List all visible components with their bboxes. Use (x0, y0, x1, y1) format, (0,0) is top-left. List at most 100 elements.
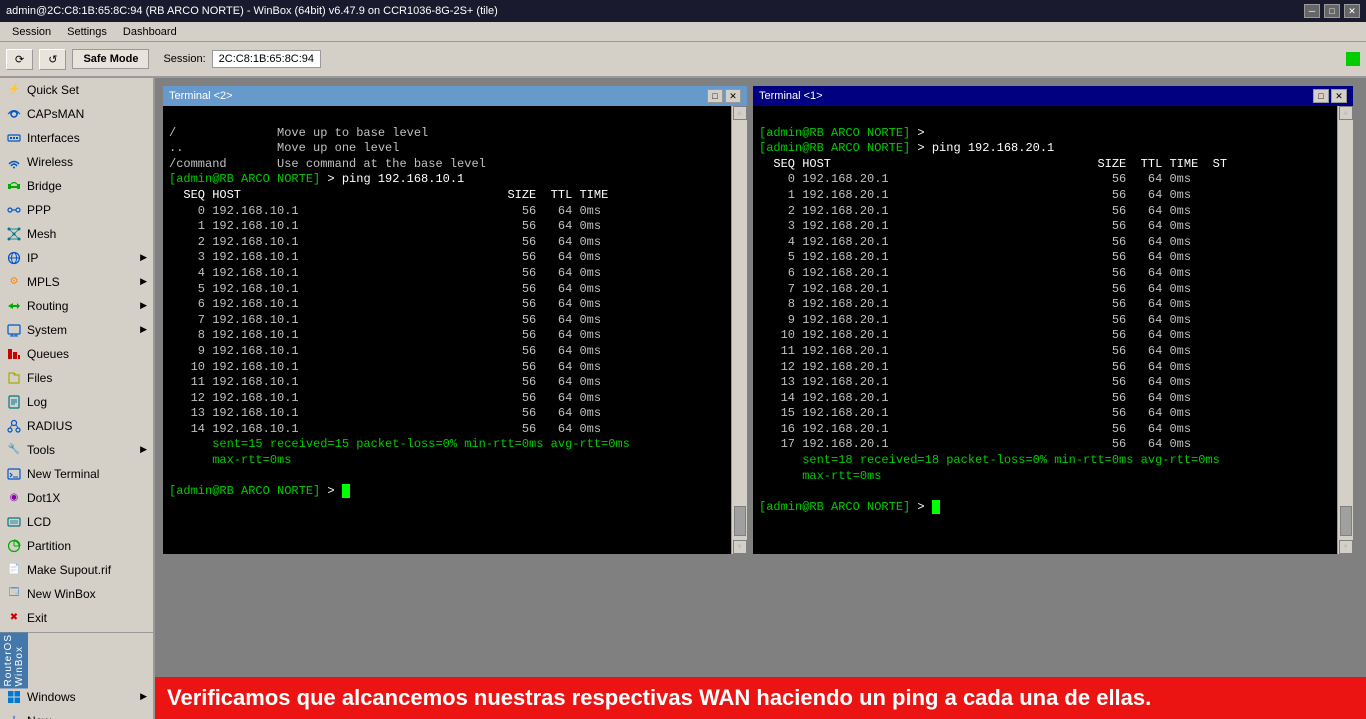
sidebar-item-exit[interactable]: ✖ Exit (0, 606, 153, 630)
sidebar-label-new: New (27, 714, 51, 719)
sidebar-item-dot1x[interactable]: ◉ Dot1X (0, 486, 153, 510)
capsman-icon (6, 106, 22, 122)
terminal-1-cursor (932, 500, 940, 514)
terminal-1-titlebar[interactable]: Terminal <1> □ ✕ (753, 86, 1353, 106)
sidebar-label-lcd: LCD (27, 515, 51, 529)
sidebar-label-make-supout: Make Supout.rif (27, 563, 111, 577)
new-terminal-icon (6, 466, 22, 482)
session-label: Session: (163, 53, 205, 65)
refresh-button[interactable]: ⟳ (6, 49, 33, 70)
connection-indicator (1346, 52, 1360, 66)
terminal-1-restore[interactable]: □ (1313, 89, 1329, 103)
sidebar-item-mpls[interactable]: ⚙ MPLS (0, 270, 153, 294)
terminal-2-body: / Move up to base level .. Move up one l… (163, 106, 731, 554)
terminal-2-titlebar[interactable]: Terminal <2> □ ✕ (163, 86, 747, 106)
scroll-thumb[interactable] (734, 506, 746, 536)
mesh-icon (6, 226, 22, 242)
wireless-icon (6, 154, 22, 170)
window-controls: ─ □ ✕ (1304, 4, 1360, 18)
sidebar-item-wireless[interactable]: Wireless (0, 150, 153, 174)
menu-dashboard[interactable]: Dashboard (115, 24, 185, 40)
close-button[interactable]: ✕ (1344, 4, 1360, 18)
sidebar-item-lcd[interactable]: LCD (0, 510, 153, 534)
sidebar-item-ip[interactable]: IP (0, 246, 153, 270)
sidebar-item-routing[interactable]: Routing (0, 294, 153, 318)
lcd-icon (6, 514, 22, 530)
scroll-up-btn-2[interactable]: ▲ (1339, 106, 1353, 120)
sidebar-item-system[interactable]: System (0, 318, 153, 342)
sidebar-label-new-winbox: New WinBox (27, 587, 96, 601)
sidebar-label-wireless: Wireless (27, 155, 73, 169)
maximize-button[interactable]: □ (1324, 4, 1340, 18)
ppp-icon (6, 202, 22, 218)
scroll-thumb-2[interactable] (1340, 506, 1352, 536)
terminal-2-close[interactable]: ✕ (725, 89, 741, 103)
sidebar-label-partition: Partition (27, 539, 71, 553)
scroll-down-btn[interactable]: ▼ (733, 540, 747, 554)
sidebar-item-log[interactable]: Log (0, 390, 153, 414)
back-icon: ↺ (48, 53, 57, 66)
main-layout: ⚡ Quick Set CAPsMAN Interfaces (0, 78, 1366, 719)
menu-bar: Session Settings Dashboard (0, 22, 1366, 42)
sidebar-item-bridge[interactable]: Bridge (0, 174, 153, 198)
sidebar-item-partition[interactable]: Partition (0, 534, 153, 558)
sidebar-item-new-winbox[interactable]: 🗔 New WinBox (0, 582, 153, 606)
routeros-label: RouterOS WinBox (0, 632, 28, 688)
sidebar-label-dot1x: Dot1X (27, 491, 60, 505)
sidebar-label-quick-set: Quick Set (27, 83, 79, 97)
sidebar: ⚡ Quick Set CAPsMAN Interfaces (0, 78, 155, 719)
scroll-down-btn-2[interactable]: ▼ (1339, 540, 1353, 554)
terminal-2-scrollbar[interactable]: ▲ ▼ (731, 106, 747, 554)
sidebar-item-mesh[interactable]: Mesh (0, 222, 153, 246)
sidebar-item-radius[interactable]: RADIUS (0, 414, 153, 438)
content-area: Terminal <2> □ ✕ / Move up to base level… (155, 78, 1366, 719)
sidebar-label-mesh: Mesh (27, 227, 56, 241)
terminal-2-cursor (342, 484, 350, 498)
bridge-icon (6, 178, 22, 194)
back-button[interactable]: ↺ (39, 49, 66, 70)
sidebar-label-tools: Tools (27, 443, 55, 457)
sidebar-item-quick-set[interactable]: ⚡ Quick Set (0, 78, 153, 102)
dot1x-icon: ◉ (6, 490, 22, 506)
sidebar-item-interfaces[interactable]: Interfaces (0, 126, 153, 150)
menu-settings[interactable]: Settings (59, 24, 115, 40)
sidebar-item-new-terminal[interactable]: New Terminal (0, 462, 153, 486)
terminal-1-scrollbar[interactable]: ▲ ▼ (1337, 106, 1353, 554)
sidebar-label-ip: IP (27, 251, 38, 265)
mpls-icon: ⚙ (6, 274, 22, 290)
terminal-2-controls: □ ✕ (707, 89, 741, 103)
new-icon: + (6, 713, 22, 719)
new-winbox-icon: 🗔 (6, 586, 22, 602)
sidebar-item-tools[interactable]: 🔧 Tools (0, 438, 153, 462)
title-bar: admin@2C:C8:1B:65:8C:94 (RB ARCO NORTE) … (0, 0, 1366, 22)
window-title: admin@2C:C8:1B:65:8C:94 (RB ARCO NORTE) … (6, 5, 1304, 17)
terminal-1-body: [admin@RB ARCO NORTE] > [admin@RB ARCO N… (753, 106, 1337, 554)
terminal-1-title: Terminal <1> (759, 90, 823, 102)
sidebar-item-windows[interactable]: Windows (0, 685, 153, 709)
files-icon (6, 370, 22, 386)
sidebar-item-ppp[interactable]: PPP (0, 198, 153, 222)
sidebar-item-capsman[interactable]: CAPsMAN (0, 102, 153, 126)
scroll-up-btn[interactable]: ▲ (733, 106, 747, 120)
terminal-2-restore[interactable]: □ (707, 89, 723, 103)
terminal-2: Terminal <2> □ ✕ / Move up to base level… (163, 86, 747, 554)
sidebar-item-new[interactable]: + New (0, 709, 153, 719)
sidebar-item-files[interactable]: Files (0, 366, 153, 390)
minimize-button[interactable]: ─ (1304, 4, 1320, 18)
sidebar-item-make-supout[interactable]: 📄 Make Supout.rif (0, 558, 153, 582)
annotation-banner: Verificamos que alcancemos nuestras resp… (155, 677, 1366, 719)
sidebar-item-queues[interactable]: Queues (0, 342, 153, 366)
sidebar-label-queues: Queues (27, 347, 69, 361)
quick-set-icon: ⚡ (6, 82, 22, 98)
menu-session[interactable]: Session (4, 24, 59, 40)
terminal-2-title: Terminal <2> (169, 90, 233, 102)
terminal-1-close[interactable]: ✕ (1331, 89, 1347, 103)
sidebar-label-interfaces: Interfaces (27, 131, 80, 145)
exit-icon: ✖ (6, 610, 22, 626)
terminal-1-controls: □ ✕ (1313, 89, 1347, 103)
radius-icon (6, 418, 22, 434)
safe-mode-button[interactable]: Safe Mode (72, 49, 149, 69)
ip-icon (6, 250, 22, 266)
annotation-text: Verificamos que alcancemos nuestras resp… (167, 685, 1151, 710)
interfaces-icon (6, 130, 22, 146)
